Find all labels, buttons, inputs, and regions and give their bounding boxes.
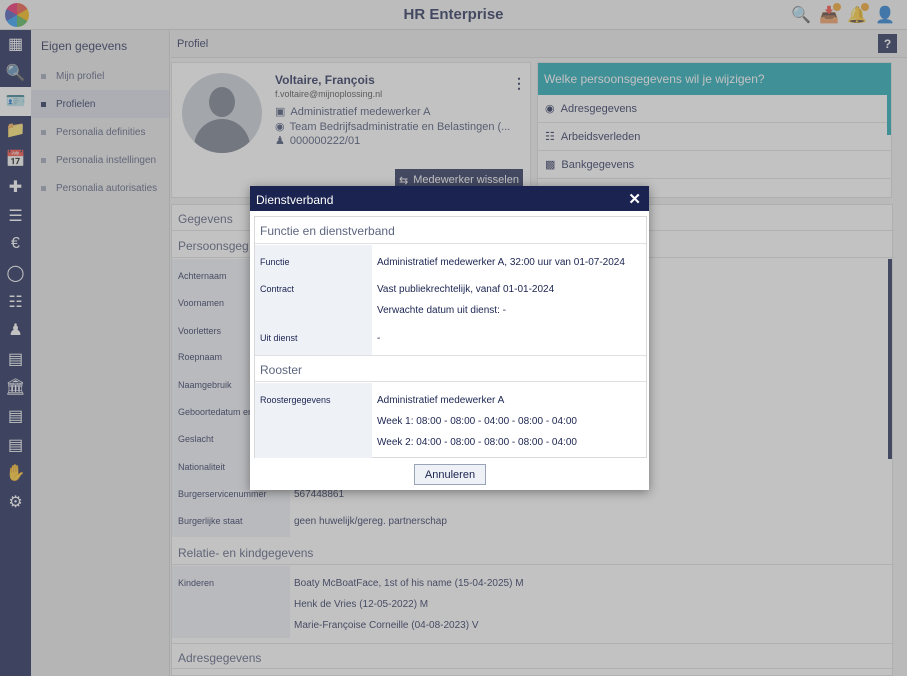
dialog-body: Functie en dienstverband Functie Adminis…	[254, 216, 647, 458]
dialog-header: Dienstverband ✕	[250, 186, 649, 211]
uit-dienst-value: -	[377, 333, 381, 344]
cancel-button[interactable]: Annuleren	[414, 464, 486, 485]
functie-value: Administratief medewerker A, 32:00 uur v…	[377, 257, 625, 268]
section-functie-dienstverband: Functie en dienstverband	[255, 217, 646, 244]
rooster-label: Roostergegevens	[260, 395, 331, 405]
contract-label: Contract	[260, 284, 295, 294]
section-rooster: Rooster	[255, 355, 646, 382]
rooster-line: Administratief medewerker A	[377, 395, 505, 406]
employment-dialog: Dienstverband ✕ Functie en dienstverband…	[250, 186, 649, 490]
uit-dienst-label: Uit dienst	[260, 333, 298, 343]
functie-label: Functie	[260, 257, 290, 267]
rooster-line: Week 2: 04:00 - 08:00 - 08:00 - 08:00 - …	[377, 437, 577, 448]
contract-value: Vast publiekrechtelijk, vanaf 01-01-2024	[377, 284, 555, 295]
expected-end-date: Verwachte datum uit dienst: -	[377, 305, 506, 316]
close-icon[interactable]: ✕	[628, 190, 641, 208]
rooster-line: Week 1: 08:00 - 08:00 - 04:00 - 08:00 - …	[377, 416, 577, 427]
dialog-title: Dienstverband	[256, 193, 334, 207]
